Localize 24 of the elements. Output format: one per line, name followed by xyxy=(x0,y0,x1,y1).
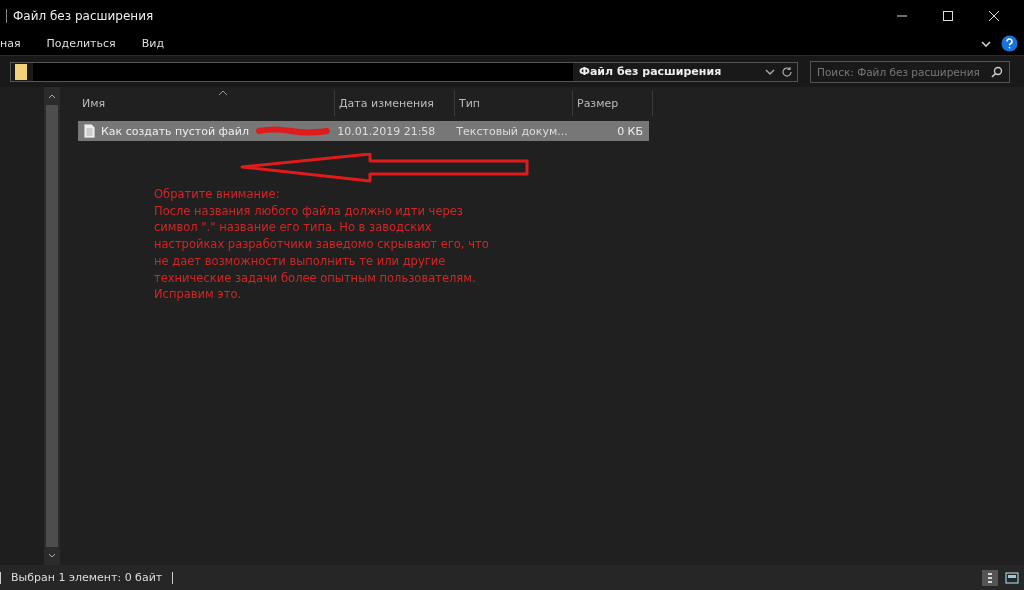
annotation-text: не дает возможности выполнить те или другие xyxy=(154,252,447,270)
status-text: Выбран 1 элемент: 0 байт xyxy=(11,571,163,584)
file-size: 0 КБ xyxy=(616,124,644,138)
annotation-text: Обратите внимание: xyxy=(154,186,281,203)
file-name: Как создать пустой файл xyxy=(101,124,249,138)
address-text: Файл без расширения xyxy=(579,65,723,78)
file-type: Текстовый докум... xyxy=(455,124,569,138)
file-row[interactable]: Как создать пустой файл 10.01.2019 21:58 Текстовый докум... 0 КБ xyxy=(78,121,649,141)
search-field[interactable]: Поиск: Файл без расширения xyxy=(810,60,1010,83)
annotation-text: После названия любого файла должно идти через xyxy=(154,202,464,220)
file-date: 10.01.2019 21:58 xyxy=(336,124,437,138)
column-header[interactable]: Дата изменения xyxy=(335,90,455,116)
address-bar[interactable]: Файл без расширения xyxy=(10,61,798,82)
annotation-text: символ "." название его типа. Но в заводских xyxy=(154,219,433,237)
annotation-text: Исправим это. xyxy=(154,286,243,303)
window-title: Файл без расширения xyxy=(13,9,154,23)
ribbon-tab[interactable]: Вид xyxy=(141,37,164,50)
ribbon-tab[interactable]: Поделиться xyxy=(46,37,116,50)
annotation-text: технические задачи более опытным пользователям. xyxy=(154,269,477,287)
column-header[interactable]: Имя xyxy=(78,90,335,116)
annotation-text: настройках разработчики заведомо скрывают его, что xyxy=(154,236,490,253)
ribbon-tab[interactable]: ная xyxy=(0,37,21,50)
column-header[interactable]: Тип xyxy=(455,90,573,116)
column-header[interactable]: Размер xyxy=(573,90,653,116)
